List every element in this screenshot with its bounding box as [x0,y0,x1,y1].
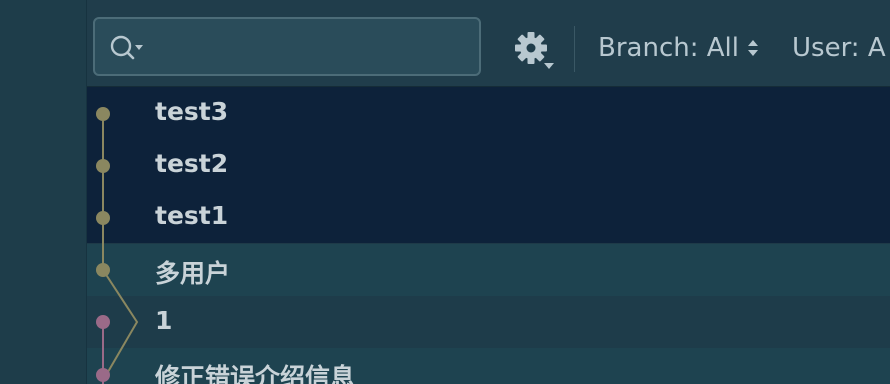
commit-row[interactable]: 修正错误介绍信息 [87,348,890,384]
commit-message: test3 [155,97,229,126]
branch-filter-label: Branch: All [598,33,739,63]
search-icon[interactable] [109,33,149,63]
commit-row[interactable]: 1 [87,296,890,348]
user-filter-label: User: A [792,33,886,63]
commit-message: test2 [155,149,229,178]
commit-message: 多用户 [155,259,231,288]
commit-message: 修正错误介绍信息 [155,363,356,384]
branch-filter-dropdown[interactable]: Branch: All [598,28,759,68]
updown-chevron-icon [747,40,758,56]
user-filter-dropdown[interactable]: User: A [792,28,886,68]
commit-message: test1 [155,201,229,230]
commit-list: test3 test2 test1 多用户 1 修正错误介绍信息 [87,87,890,384]
left-sidebar-panel [0,0,87,384]
settings-gear-icon[interactable] [511,29,555,71]
commit-row[interactable]: test1 [87,191,890,243]
commit-message: 1 [155,306,173,335]
search-box[interactable] [93,17,481,76]
toolbar-divider [574,26,575,72]
commit-row[interactable]: test2 [87,139,890,191]
commit-row[interactable]: 多用户 [87,244,890,296]
toolbar: Branch: All User: A [87,0,890,87]
commit-row[interactable]: test3 [87,87,890,139]
search-input[interactable] [157,27,471,69]
